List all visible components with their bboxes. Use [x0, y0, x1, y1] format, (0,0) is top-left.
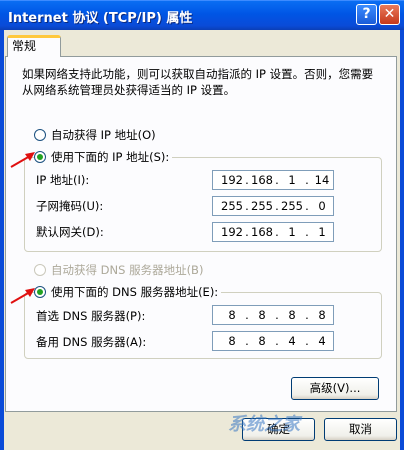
- octet: 8: [258, 334, 266, 348]
- auto-ip-option[interactable]: 自动获得 IP 地址(O): [34, 127, 156, 143]
- window-title: Internet 协议 (TCP/IP) 属性: [8, 11, 193, 26]
- default-gateway-input[interactable]: 192. 168. 1. 1: [212, 222, 334, 242]
- manual-dns-option[interactable]: 使用下面的 DNS 服务器地址(E):: [34, 284, 222, 300]
- window-border-right: [400, 30, 404, 450]
- subnet-mask-input[interactable]: 255. 255. 255. 0: [212, 196, 334, 216]
- octet: 8: [318, 308, 326, 322]
- octet: 168: [251, 225, 273, 239]
- octet: 1: [318, 225, 326, 239]
- octet: 1: [288, 225, 296, 239]
- octet: 255: [221, 199, 243, 213]
- tab-general[interactable]: 常规: [7, 35, 61, 57]
- auto-dns-radio[interactable]: [34, 264, 46, 276]
- help-button[interactable]: ?: [356, 4, 377, 25]
- auto-ip-radio[interactable]: [34, 129, 46, 141]
- octet: 0: [318, 199, 326, 213]
- alternate-dns-label: 备用 DNS 服务器(A):: [36, 335, 147, 349]
- octet: 192: [221, 225, 243, 239]
- octet: 8: [228, 334, 236, 348]
- octet: 8: [288, 308, 296, 322]
- alternate-dns-input[interactable]: 8. 8. 4. 4: [212, 331, 334, 351]
- auto-ip-label: 自动获得 IP 地址(O): [51, 128, 156, 142]
- manual-ip-option[interactable]: 使用下面的 IP 地址(S):: [34, 149, 173, 165]
- octet: 1: [288, 173, 296, 187]
- close-button[interactable]: ✕: [379, 4, 400, 25]
- auto-dns-option[interactable]: 自动获得 DNS 服务器地址(B): [34, 262, 203, 278]
- ip-address-label: IP 地址(I):: [36, 173, 90, 187]
- octet: 4: [318, 334, 326, 348]
- manual-ip-label: 使用下面的 IP 地址(S):: [51, 150, 170, 164]
- ip-address-input[interactable]: 192. 168. 1. 14: [212, 170, 334, 190]
- title-bar[interactable]: Internet 协议 (TCP/IP) 属性 ? ✕: [0, 0, 404, 30]
- annotation-arrow-icon: [10, 288, 35, 304]
- preferred-dns-label: 首选 DNS 服务器(P):: [36, 309, 146, 323]
- preferred-dns-input[interactable]: 8. 8. 8. 8: [212, 305, 334, 325]
- manual-dns-label: 使用下面的 DNS 服务器地址(E):: [51, 285, 219, 299]
- default-gateway-label: 默认网关(D):: [36, 225, 104, 239]
- auto-dns-label: 自动获得 DNS 服务器地址(B): [51, 263, 204, 277]
- description-text: 如果网络支持此功能，则可以获取自动指派的 IP 设置。否则，您需要从网络系统管理…: [22, 67, 374, 97]
- octet: 14: [314, 173, 330, 187]
- window-border-left: [0, 30, 4, 450]
- annotation-arrow-icon: [10, 152, 35, 168]
- octet: 255: [281, 199, 303, 213]
- octet: 255: [251, 199, 273, 213]
- octet: 4: [288, 334, 296, 348]
- cancel-button[interactable]: 取消: [324, 418, 397, 441]
- subnet-mask-label: 子网掩码(U):: [36, 199, 104, 213]
- watermark-logo: 系统之家: [228, 414, 300, 435]
- octet: 192: [221, 173, 243, 187]
- octet: 8: [258, 308, 266, 322]
- octet: 8: [228, 308, 236, 322]
- octet: 168: [251, 173, 273, 187]
- advanced-button[interactable]: 高级(V)...: [291, 377, 379, 400]
